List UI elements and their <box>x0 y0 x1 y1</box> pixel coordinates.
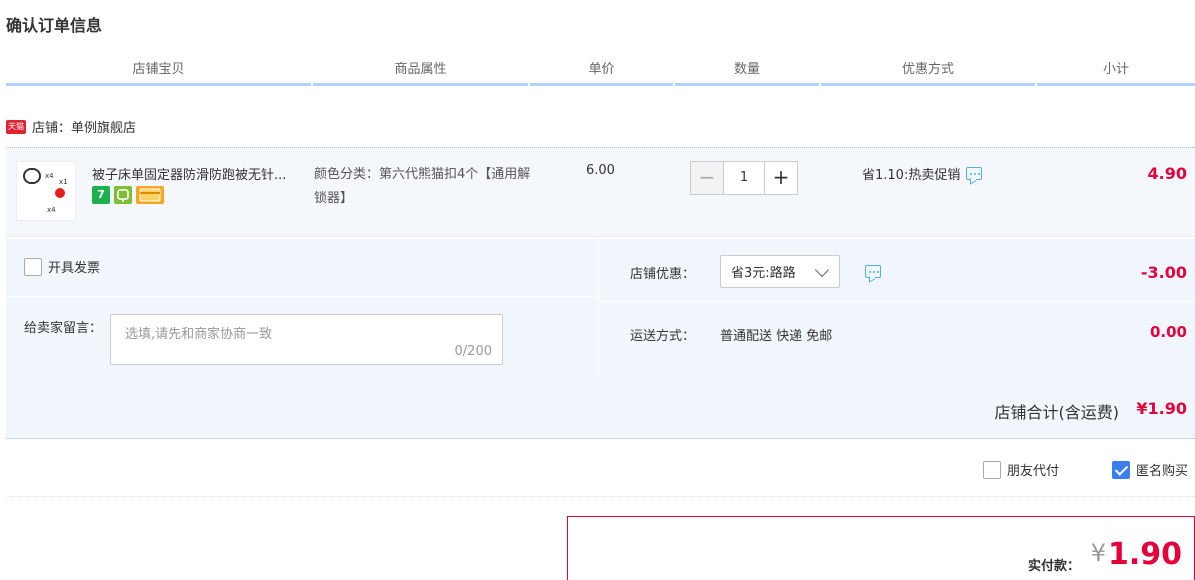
column-header-shop-item: 店铺宝贝 <box>6 58 311 86</box>
red-button-icon <box>55 188 65 198</box>
product-thumbnail[interactable]: x4 x1 x4 <box>16 161 76 221</box>
message-char-count: 0/200 <box>454 344 492 359</box>
column-header-subtotal: 小计 <box>1037 58 1195 86</box>
tmall-icon: 天猫 <box>6 119 26 134</box>
thumbnail-label: x4 <box>45 172 54 180</box>
chat-bubble-icon[interactable] <box>966 167 983 180</box>
unit-price: 6.00 <box>586 163 615 178</box>
seven-day-return-icon[interactable]: 7 <box>92 186 110 204</box>
friend-pay-option[interactable]: 朋友代付 <box>983 460 1059 479</box>
shipping-method: 普通配送 快递 免邮 <box>720 329 833 344</box>
item-subtotal: 4.90 <box>1147 164 1187 183</box>
shop-discount-value: 省3元:路路 <box>731 266 796 281</box>
payment-amount: 1.90 <box>1107 537 1182 572</box>
anonymous-purchase-label: 匿名购买 <box>1136 464 1189 479</box>
friend-pay-label: 朋友代付 <box>1007 464 1060 479</box>
thumbnail-label: x1 <box>59 178 68 186</box>
column-header-attributes: 商品属性 <box>313 58 528 86</box>
shield-guarantee-icon[interactable] <box>114 186 132 204</box>
shop-total-amount: ¥1.90 <box>1136 399 1187 418</box>
panda-clip-icon <box>23 168 41 184</box>
anonymous-purchase-option[interactable]: 匿名购买 <box>1112 460 1188 479</box>
shop-discount-amount: -3.00 <box>1140 263 1187 282</box>
order-item-row: x4 x1 x4 被子床单固定器防滑防跑被无针... 7 颜色分类：第六代熊猫扣… <box>6 147 1195 237</box>
product-attributes: 颜色分类：第六代熊猫扣4个【通用解锁器】 <box>314 167 531 206</box>
invoice-label: 开具发票 <box>48 261 101 276</box>
divider <box>6 296 598 297</box>
invoice-checkbox[interactable] <box>24 257 42 276</box>
service-badges: 7 <box>92 186 164 204</box>
anonymous-purchase-checkbox[interactable] <box>1112 460 1130 479</box>
shop-total-row: 店铺合计(含运费) ¥1.90 <box>6 378 1195 439</box>
payment-label: 实付款： <box>1027 559 1080 574</box>
shipping-amount: 0.00 <box>1149 323 1187 341</box>
credit-card-icon[interactable] <box>136 186 164 204</box>
quantity-stepper: − 1 + <box>690 161 798 195</box>
decrease-quantity-button[interactable]: − <box>690 161 724 195</box>
shop-name[interactable]: 店铺：单例旗舰店 <box>32 117 136 136</box>
quantity-input[interactable]: 1 <box>724 161 764 195</box>
divider <box>600 301 1195 302</box>
shop-discount-label: 店铺优惠： <box>630 267 696 282</box>
shop-discount-select[interactable]: 省3元:路路 <box>720 255 840 288</box>
message-label: 给卖家留言： <box>24 321 103 336</box>
promotion-text: 省1.10:热卖促销 <box>862 168 961 183</box>
divider <box>6 496 1195 497</box>
page-title: 确认订单信息 <box>6 16 103 35</box>
payment-summary-box: 实付款： ¥ 1.90 <box>567 516 1195 580</box>
invoice-checkbox-row[interactable]: 开具发票 <box>24 257 100 276</box>
column-header-discount: 优惠方式 <box>821 58 1035 86</box>
column-header-quantity: 数量 <box>675 58 819 86</box>
message-placeholder: 选填,请先和商家协商一致 <box>125 327 273 342</box>
chevron-down-icon <box>814 262 830 278</box>
shop-name-row: 天猫 店铺：单例旗舰店 <box>6 117 136 136</box>
thumbnail-label: x4 <box>47 206 56 214</box>
currency-symbol: ¥ <box>1090 539 1106 567</box>
shop-total-label: 店铺合计(含运费) <box>994 403 1120 422</box>
column-headers: 店铺宝贝 商品属性 单价 数量 优惠方式 小计 <box>6 58 1195 86</box>
promotion-info: 省1.10:热卖促销 <box>862 164 983 183</box>
friend-pay-checkbox[interactable] <box>983 460 1001 479</box>
increase-quantity-button[interactable]: + <box>764 161 798 195</box>
order-extras-panel: 开具发票 给卖家留言： 选填,请先和商家协商一致 0/200 店铺优惠： 省3元… <box>6 239 1195 378</box>
column-header-unit-price: 单价 <box>530 58 673 86</box>
product-title[interactable]: 被子床单固定器防滑防跑被无针... <box>92 164 307 183</box>
shipping-label: 运送方式： <box>630 329 696 344</box>
message-to-seller-input[interactable]: 选填,请先和商家协商一致 0/200 <box>110 314 503 365</box>
chat-bubble-icon[interactable] <box>865 265 881 278</box>
